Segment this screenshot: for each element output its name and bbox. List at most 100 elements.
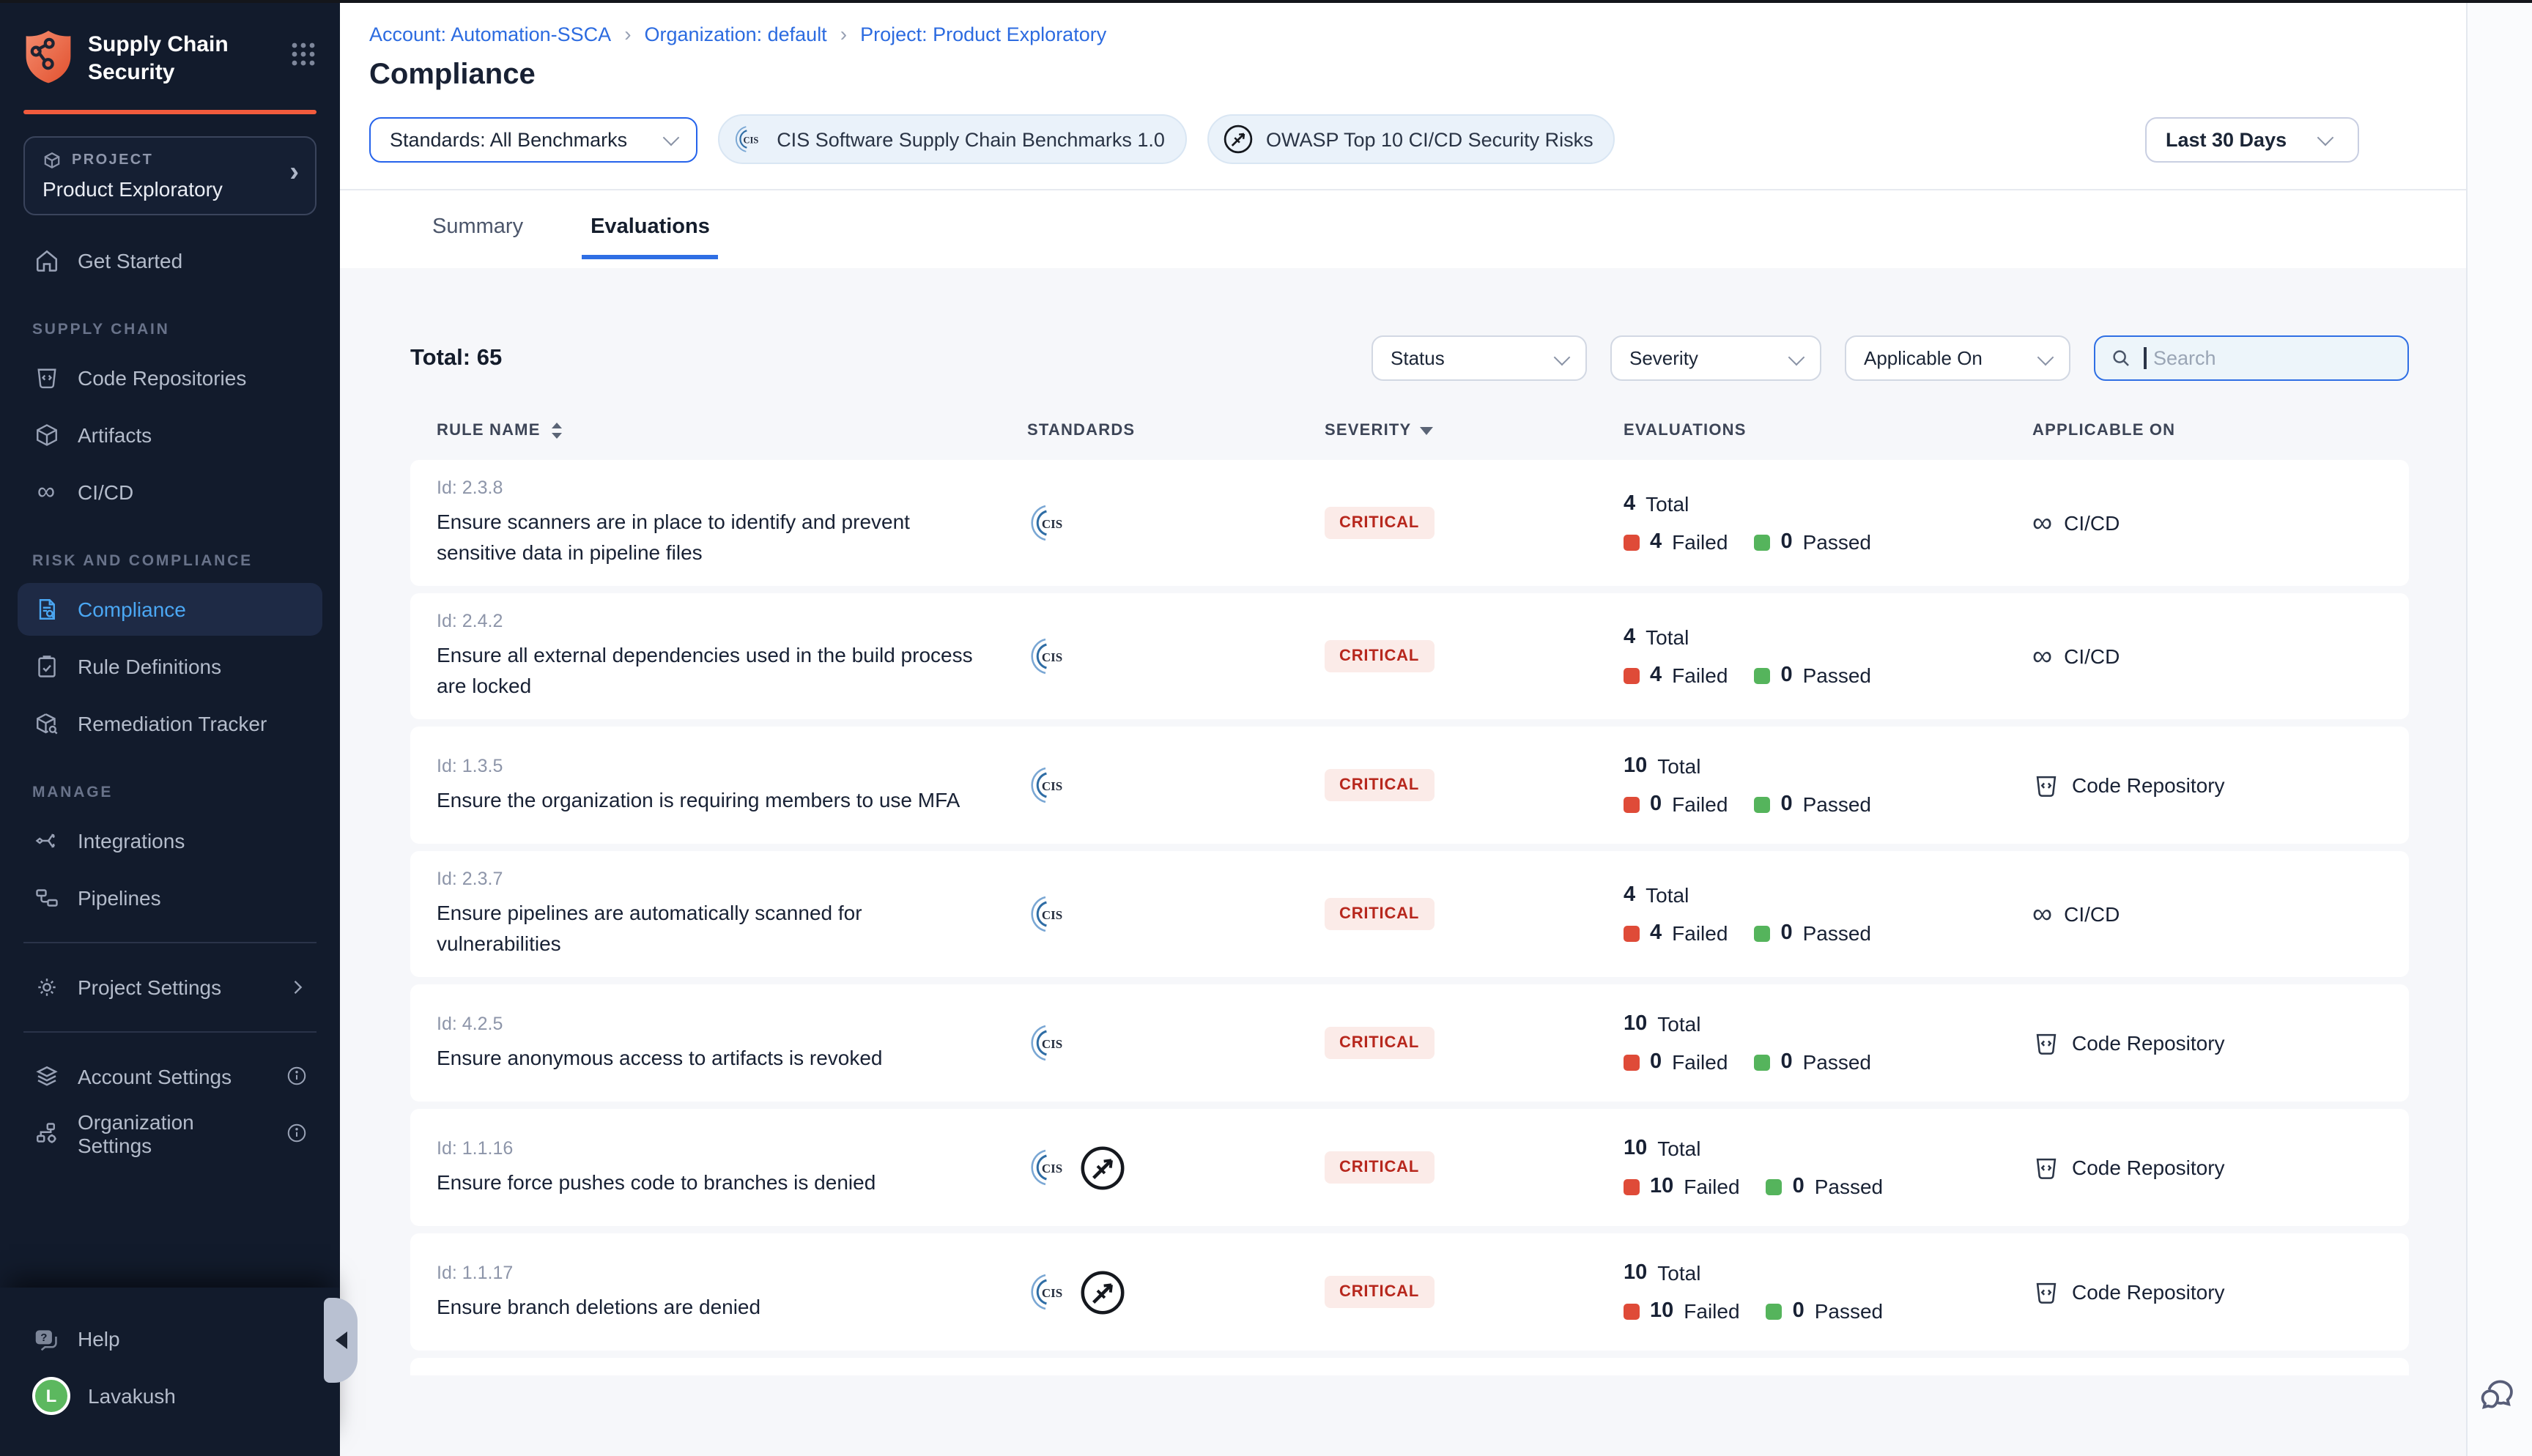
severity-cell: CRITICAL: [1325, 1151, 1624, 1184]
applicable-label: Code Repository: [2072, 1280, 2225, 1304]
eval-failed-label: Failed: [1672, 921, 1728, 945]
standards-filter-select[interactable]: Standards: All Benchmarks: [369, 116, 697, 162]
eval-total-label: Total: [1657, 1137, 1700, 1160]
sidebar-item-integrations[interactable]: Integrations: [18, 814, 322, 866]
cis-icon: CIS: [1027, 1021, 1071, 1065]
user-menu[interactable]: L Lavakush: [18, 1370, 322, 1422]
eval-failed-number: 4: [1650, 530, 1662, 554]
passed-indicator: [1754, 667, 1770, 683]
severity-cell: CRITICAL: [1325, 640, 1624, 672]
feedback-chat-icon[interactable]: [2478, 1374, 2522, 1418]
eval-passed-label: Passed: [1803, 1050, 1871, 1074]
table-row[interactable]: Id: 4.2.5 Ensure anonymous access to art…: [410, 984, 2409, 1102]
table-row[interactable]: Id: 1.3.5 Ensure the organization is req…: [410, 727, 2409, 844]
applicable-label: CI/CD: [2064, 511, 2120, 535]
eval-passed-number: 0: [1780, 664, 1792, 687]
rule-name: Ensure anonymous access to artifacts is …: [437, 1042, 1027, 1073]
app-launcher-grid-icon[interactable]: [290, 41, 316, 67]
sidebar-section-supply-chain: SUPPLY CHAIN: [0, 291, 340, 346]
severity-cell: CRITICAL: [1325, 1027, 1624, 1059]
brand-accent-rule: [23, 109, 316, 114]
rule-id: Id: 1.1.16: [437, 1137, 1027, 1158]
applicable-on-cell: ∞ CI/CD: [2032, 900, 2383, 928]
tabs: Summary Evaluations: [340, 190, 2468, 259]
severity-filter-select[interactable]: Severity: [1610, 335, 1821, 381]
severity-badge: CRITICAL: [1325, 507, 1434, 539]
applicable-label: Code Repository: [2072, 1156, 2225, 1179]
search-box[interactable]: [2094, 335, 2409, 381]
breadcrumb-project[interactable]: Project: Product Exploratory: [860, 23, 1106, 45]
search-input[interactable]: [2150, 346, 2376, 371]
table-row[interactable]: Id: 2.3.7 Ensure pipelines are automatic…: [410, 851, 2409, 977]
box-wrench-icon: [32, 709, 60, 737]
standard-chip-owasp[interactable]: OWASP Top 10 CI/CD Security Risks: [1207, 114, 1615, 164]
breadcrumb-account[interactable]: Account: Automation-SSCA: [369, 23, 611, 45]
table-row[interactable]: Id: 1.1.17 Ensure branch deletions are d…: [410, 1233, 2409, 1351]
rule-id: Id: 4.2.5: [437, 1013, 1027, 1033]
eval-total-number: 10: [1624, 1137, 1647, 1160]
standard-chip-cis[interactable]: CIS CIS Software Supply Chain Benchmarks…: [718, 114, 1187, 164]
pipelines-icon: [32, 883, 60, 911]
cis-icon: CIS: [1027, 501, 1071, 545]
evaluations-cell: 4 Total 4 Failed 0 Passed: [1624, 625, 2032, 687]
svg-text:CIS: CIS: [1042, 650, 1062, 664]
chevron-right-icon: ›: [840, 22, 847, 45]
breadcrumb: Account: Automation-SSCA › Organization:…: [369, 22, 2359, 45]
rule-id: Id: 2.4.2: [437, 611, 1027, 631]
sidebar-item-pipelines[interactable]: Pipelines: [18, 871, 322, 924]
cis-icon: CIS: [1027, 892, 1071, 936]
sidebar-item-cicd[interactable]: ∞ CI/CD: [18, 465, 322, 518]
sidebar-item-get-started[interactable]: Get Started: [18, 234, 322, 286]
sidebar-item-organization-settings[interactable]: Organization Settings: [18, 1107, 322, 1159]
passed-indicator: [1766, 1303, 1783, 1319]
main-content: Account: Automation-SSCA › Organization:…: [340, 3, 2468, 1456]
column-header-severity[interactable]: SEVERITY: [1325, 420, 1624, 441]
brand: Supply Chain Security: [0, 0, 340, 87]
sidebar-collapse-handle[interactable]: [324, 1298, 358, 1383]
tab-summary[interactable]: Summary: [423, 209, 532, 259]
cube-icon: [32, 420, 60, 448]
home-icon: [32, 246, 60, 274]
chevron-down-icon: [663, 130, 680, 146]
failed-indicator: [1624, 667, 1640, 683]
eval-failed-number: 0: [1650, 1050, 1662, 1074]
eval-total-number: 10: [1624, 754, 1647, 778]
sidebar-item-artifacts[interactable]: Artifacts: [18, 408, 322, 461]
sidebar-item-rule-definitions[interactable]: Rule Definitions: [18, 639, 322, 692]
applicable-on-filter-select[interactable]: Applicable On: [1845, 335, 2070, 381]
applicable-on-cell: Code Repository: [2032, 1278, 2383, 1306]
eval-total-number: 10: [1624, 1261, 1647, 1285]
tab-evaluations[interactable]: Evaluations: [582, 209, 719, 259]
eval-passed-label: Passed: [1815, 1299, 1883, 1323]
sidebar-item-account-settings[interactable]: Account Settings: [18, 1050, 322, 1102]
applicable-label: CI/CD: [2064, 645, 2120, 668]
column-header-rule-name[interactable]: RULE NAME: [437, 420, 1027, 441]
evaluations-cell: 4 Total 4 Failed 0 Passed: [1624, 492, 2032, 554]
status-filter-select[interactable]: Status: [1372, 335, 1587, 381]
passed-indicator: [1766, 1178, 1783, 1195]
sidebar-item-code-repositories[interactable]: Code Repositories: [18, 351, 322, 404]
sidebar-section-manage: MANAGE: [0, 754, 340, 809]
sidebar-item-project-settings[interactable]: Project Settings: [18, 960, 322, 1013]
passed-indicator: [1754, 534, 1770, 550]
table-row[interactable]: Id: 1.1.16 Ensure force pushes code to b…: [410, 1109, 2409, 1226]
table-row[interactable]: Id: 2.4.2 Ensure all external dependenci…: [410, 593, 2409, 719]
sidebar-divider: [23, 1030, 316, 1032]
breadcrumb-organization[interactable]: Organization: default: [645, 23, 827, 45]
chevron-right-icon: [287, 976, 308, 997]
sidebar-section-risk-compliance: RISK AND COMPLIANCE: [0, 522, 340, 578]
sidebar-item-help[interactable]: ? Help: [18, 1312, 322, 1365]
page-title: Compliance: [369, 59, 2359, 92]
date-range-select[interactable]: Last 30 Days: [2145, 116, 2359, 162]
sort-icon: [548, 420, 566, 441]
project-name: Product Exploratory: [42, 177, 297, 200]
code-repository-icon: [2032, 1029, 2060, 1057]
rule-cell: Id: 2.3.8 Ensure scanners are in place t…: [437, 478, 1027, 568]
standards-cell: CIS: [1027, 1143, 1325, 1192]
table-row[interactable]: Id: 2.3.8 Ensure scanners are in place t…: [410, 460, 2409, 586]
eval-total-label: Total: [1657, 1261, 1700, 1285]
sidebar-item-compliance[interactable]: Compliance: [18, 582, 322, 635]
sidebar-item-remediation-tracker[interactable]: Remediation Tracker: [18, 697, 322, 749]
project-switcher[interactable]: PROJECT Product Exploratory ›: [23, 135, 316, 215]
cicd-icon: ∞: [2032, 900, 2052, 928]
